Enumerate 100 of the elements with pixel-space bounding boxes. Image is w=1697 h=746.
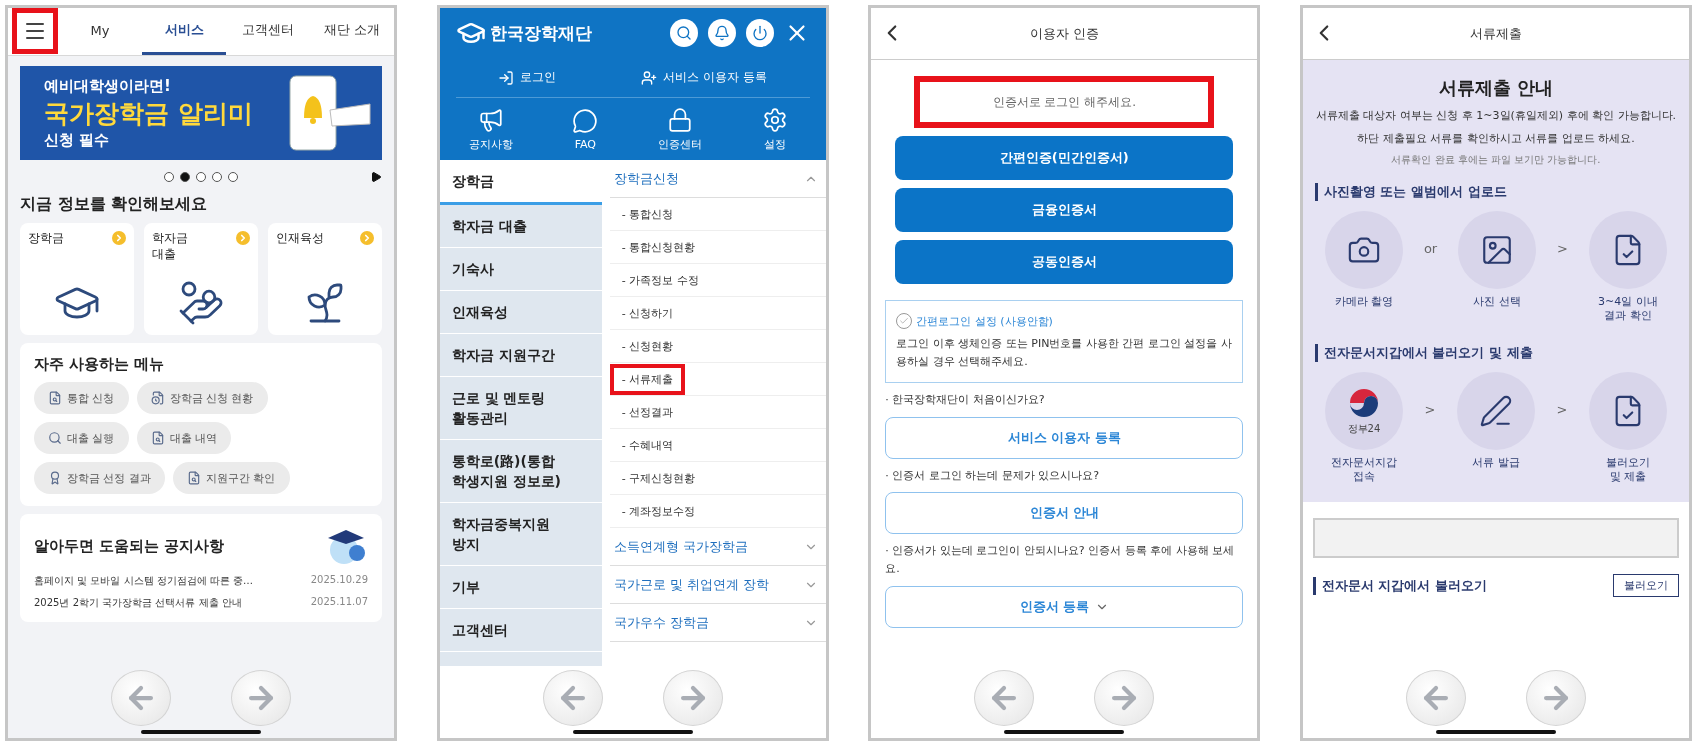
submenu-item[interactable]: - 선정결과 xyxy=(609,396,686,428)
page-title: 이용자 인증 xyxy=(1029,24,1099,43)
shortcut-button[interactable]: 인증센터 xyxy=(644,105,715,153)
step-label: 전자문서지갑 접속 xyxy=(1330,455,1397,485)
info-card[interactable]: 학자금 대출 xyxy=(144,223,258,335)
power-icon xyxy=(751,25,768,41)
submenu-item[interactable]: - 수혜내역 xyxy=(609,429,686,461)
carousel-dot[interactable] xyxy=(212,172,222,182)
guide-text: 하단 제출필요 서류를 확인하시고 서류를 업로드 하세요. xyxy=(1356,130,1636,147)
menu-button[interactable] xyxy=(12,8,58,54)
checkbox[interactable] xyxy=(896,313,913,329)
step-label: 사진 선택 xyxy=(1473,295,1521,310)
menu-chip[interactable]: 장학금 선정 결과 xyxy=(34,462,165,494)
card-label: 장학금 xyxy=(28,231,64,247)
menu-chip[interactable]: 통합 신청 xyxy=(34,382,129,414)
help-button[interactable]: 서비스 이용자 등록 xyxy=(885,416,1244,459)
page-title: 서류제출 xyxy=(1469,24,1522,43)
menu-chip[interactable]: 지원구간 확인 xyxy=(173,462,290,494)
info-card[interactable]: 장학금 xyxy=(20,223,134,335)
submenu-item[interactable]: - 계좌정보수정 xyxy=(609,495,708,527)
submenu-item[interactable]: - 구제신청현황 xyxy=(609,462,708,494)
section-heading: 사진촬영 또는 앨범에서 업로드 xyxy=(1314,183,1677,201)
shortcut-button[interactable]: 설정 xyxy=(739,105,810,153)
step-label: 서류 발급 xyxy=(1472,455,1520,470)
carousel-dot[interactable] xyxy=(164,172,174,182)
step-separator: or xyxy=(1423,241,1438,256)
chevron-icon xyxy=(236,231,250,245)
card-label: 인재육성 xyxy=(276,231,324,247)
hand-coins-icon xyxy=(177,279,225,327)
help-button[interactable]: 인증서 안내 xyxy=(885,492,1244,535)
user-plus-icon xyxy=(641,69,658,86)
guide-note: 서류확인 완료 후에는 파일 보기만 가능합니다. xyxy=(1390,153,1602,167)
load-button[interactable]: 불러오기 xyxy=(1612,574,1679,598)
notice-date: 2025.11.07 xyxy=(310,596,368,609)
help-button[interactable]: 인증서 등록 xyxy=(885,585,1244,628)
chevron-icon xyxy=(360,231,374,245)
section-heading: 전자문서 지갑에서 불러오기 xyxy=(1312,576,1488,595)
card-title: 알아두면 도움되는 공지사항 xyxy=(34,536,225,556)
carousel-dot[interactable] xyxy=(180,172,190,182)
shortcut-button[interactable]: 공지사항 xyxy=(455,105,526,153)
notice-link[interactable]: 홈페이지 및 모바일 시스템 정기점검에 따른 중… xyxy=(34,574,254,588)
card-title: 자주 사용하는 메뉴 xyxy=(34,355,166,374)
menu-chip[interactable]: 대출 실행 xyxy=(34,422,129,454)
submenu-item[interactable]: - 가족정보 수정 xyxy=(609,264,711,296)
nav-tab[interactable]: 고객센터 xyxy=(226,8,310,55)
carousel-dot[interactable] xyxy=(196,172,206,182)
promo-banner[interactable]: 예비대학생이라면! 국가장학금 알리미 신청 필수 xyxy=(20,66,382,160)
description-text: 로그인 이후 생체인증 또는 PIN번호를 사용한 간편 로그인 설정을 사용하실 경우 선택해주세요. xyxy=(896,336,1233,370)
step-separator: > xyxy=(1424,401,1436,417)
login-prompt: 인증서로 로그인 해주세요. xyxy=(914,76,1215,128)
account-link[interactable]: 로그인 xyxy=(498,69,557,86)
nav-tab[interactable]: 재단 소개 xyxy=(310,8,394,55)
step-separator: > xyxy=(1556,401,1568,417)
category-item[interactable]: 장학금 xyxy=(439,160,602,205)
guide-text: 서류제출 대상자 여부는 신청 후 1~3일(휴일제외) 후에 확인 가능합니다. xyxy=(1314,108,1677,124)
section-heading: 전자문서지갑에서 불러오기 및 제출 xyxy=(1314,343,1677,362)
guide-title: 서류제출 안내 xyxy=(1437,76,1555,100)
step-label: 불러오기 및 제출 xyxy=(1605,455,1650,485)
logo-text: 정부24 xyxy=(1347,421,1381,436)
submenu-item[interactable]: - 신청현황 xyxy=(609,330,686,362)
menu-chip[interactable]: 장학금 신청 현황 xyxy=(136,382,268,414)
help-question: · 인증서가 있는데 로그인이 안되시나요? 인증서 등록 후에 사용해 보세요. xyxy=(885,543,1236,577)
login-icon xyxy=(498,69,515,86)
certificate-button[interactable]: 공동인증서 xyxy=(895,240,1234,284)
certificate-button[interactable]: 간편인증(민간인증서) xyxy=(895,136,1234,180)
step-separator: > xyxy=(1557,241,1568,256)
banner-text: 예비대학생이라면! xyxy=(44,76,172,96)
chevron-icon xyxy=(112,231,126,245)
card-label: 학자금 대출 xyxy=(152,231,188,263)
submenu-item[interactable]: - 통합신청현황 xyxy=(609,231,708,263)
section-title: 지금 정보를 확인해보세요 xyxy=(20,194,209,215)
bell-button[interactable] xyxy=(707,19,736,47)
step-label: 카메라 촬영 xyxy=(1334,295,1394,310)
banner-text: 국가장학금 알리미 xyxy=(44,97,253,130)
play-icon[interactable] xyxy=(370,171,382,183)
checkbox-label: 간편로그인 설정 (사용안함) xyxy=(916,313,1053,329)
step-label: 3~4일 이내 결과 확인 xyxy=(1598,295,1658,324)
settings-icon xyxy=(761,106,788,133)
chat-bubble-icon xyxy=(572,107,599,134)
shortcut-button[interactable]: FAQ xyxy=(550,106,621,152)
info-card[interactable]: 인재육성 xyxy=(268,223,382,335)
search-button[interactable] xyxy=(669,19,698,47)
submenu-item[interactable]: - 통합신청 xyxy=(609,198,686,230)
notice-link[interactable]: 2025년 2학기 국가장학금 선택서류 제출 안내 xyxy=(34,596,242,610)
submenu-item[interactable]: - 신청하기 xyxy=(609,297,686,329)
power-button[interactable] xyxy=(745,19,774,47)
check-icon xyxy=(899,316,910,326)
help-question: · 한국장학재단이 처음이신가요? xyxy=(885,392,1046,409)
nav-tab[interactable]: My xyxy=(58,8,142,55)
certificate-button[interactable]: 금융인증서 xyxy=(895,188,1234,232)
notice-date: 2025.10.29 xyxy=(310,574,368,587)
help-question: · 인증서 로그인 하는데 문제가 있으시나요? xyxy=(885,467,1101,484)
search-icon xyxy=(675,25,692,41)
menu-chip[interactable]: 대출 내역 xyxy=(136,422,231,454)
account-link[interactable]: 서비스 이용자 등록 xyxy=(641,69,768,86)
carousel-dot[interactable] xyxy=(228,172,238,182)
megaphone-icon xyxy=(477,106,504,133)
bell-icon xyxy=(713,25,730,41)
logo-text: 한국장학재단 xyxy=(489,21,592,45)
submenu-item[interactable]: - 서류제출 xyxy=(609,363,686,395)
